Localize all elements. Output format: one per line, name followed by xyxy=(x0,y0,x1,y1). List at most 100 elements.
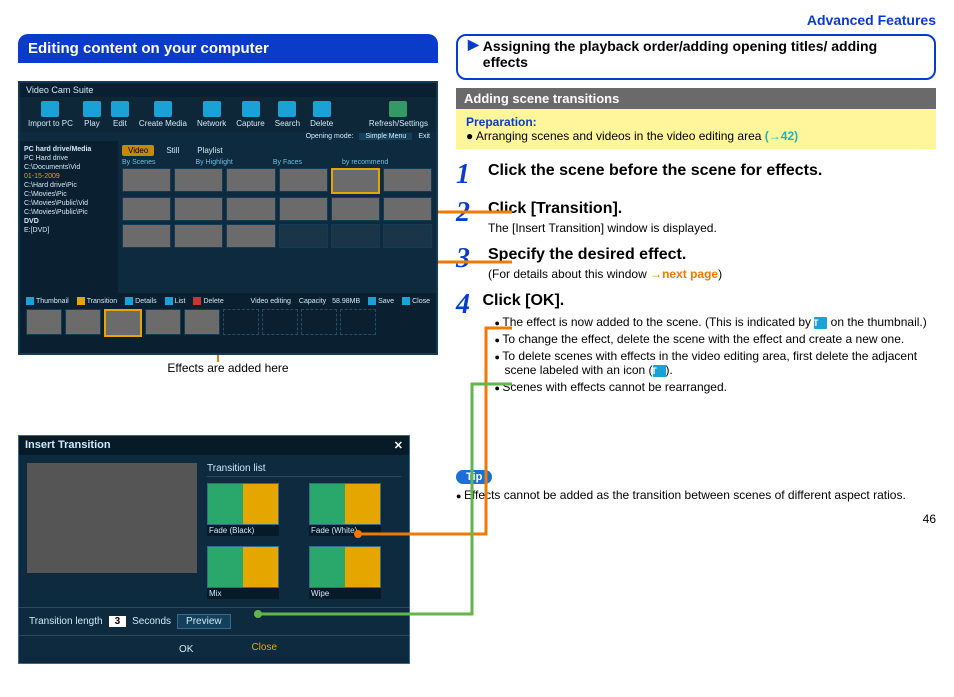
sidebar-header: PC hard drive/Media xyxy=(24,145,114,154)
sb-9[interactable]: E:[DVD] xyxy=(24,226,114,235)
sort-2[interactable]: By Faces xyxy=(273,159,302,166)
step4-bullet-2: To change the effect, delete the scene w… xyxy=(494,332,936,346)
tb-import[interactable]: Import to PC xyxy=(28,101,73,128)
thumbnail-grid xyxy=(122,168,432,248)
step-title: Click the scene before the scene for eff… xyxy=(488,161,822,181)
fx-mix[interactable]: ➔Mix xyxy=(207,546,279,599)
transition-length-value[interactable]: 3 xyxy=(109,616,127,627)
chapter-box: ▶ Assigning the playback order/adding op… xyxy=(456,34,936,80)
exit-button[interactable]: Exit xyxy=(418,133,430,140)
fx-wipe[interactable]: ➔Wipe xyxy=(309,546,381,599)
thumb[interactable] xyxy=(279,168,328,192)
menu-mode[interactable]: Simple Menu xyxy=(359,133,412,140)
tab-playlist[interactable]: Playlist xyxy=(191,145,228,156)
tl-transition[interactable]: Transition xyxy=(77,297,117,305)
thumb[interactable] xyxy=(331,197,380,221)
sb-1[interactable]: C:\Documents\Vid xyxy=(24,163,114,172)
sb-7[interactable]: C:\Movies\Public\Pic xyxy=(24,208,114,217)
fx-fade-white[interactable]: ➔Fade (White) xyxy=(309,483,381,536)
prep-text: Arranging scenes and videos in the video… xyxy=(476,129,765,143)
tl-save[interactable]: Save xyxy=(368,297,394,305)
sb-2[interactable]: 01-15-2009 xyxy=(24,172,114,181)
tl-list[interactable]: List xyxy=(165,297,186,305)
thumb[interactable] xyxy=(174,168,223,192)
thumb[interactable] xyxy=(122,197,171,221)
step-number: 3 xyxy=(456,245,478,281)
tl-slot xyxy=(301,309,337,335)
thumb[interactable] xyxy=(174,224,223,248)
tl-thumbnail[interactable]: Thumbnail xyxy=(26,297,69,305)
tl-clip[interactable] xyxy=(26,309,62,335)
sb-0[interactable]: PC Hard drive xyxy=(24,154,114,163)
thumb-selected[interactable] xyxy=(331,168,380,194)
tl-clip[interactable] xyxy=(145,309,181,335)
step-1: 1 Click the scene before the scene for e… xyxy=(456,161,936,189)
fx-fade-black[interactable]: ➔Fade (Black) xyxy=(207,483,279,536)
tb-search[interactable]: Search xyxy=(275,101,300,128)
thumb-empty xyxy=(279,224,328,248)
step-number: 1 xyxy=(456,161,478,189)
ok-button[interactable]: OK xyxy=(151,642,221,657)
menu-mode-label: Opening mode: xyxy=(306,133,354,140)
tb-refresh[interactable]: Refresh/Settings xyxy=(369,101,428,128)
tl-clip[interactable] xyxy=(184,309,220,335)
tb-play[interactable]: Play xyxy=(83,101,101,128)
dialog-title: Insert Transition xyxy=(25,439,111,452)
page-number: 46 xyxy=(456,512,936,526)
transition-list-header: Transition list xyxy=(207,463,401,477)
tl-slot xyxy=(340,309,376,335)
sb-5[interactable]: C:\Movies\Pic xyxy=(24,190,114,199)
preview-button[interactable]: Preview xyxy=(177,614,231,629)
app-title: Video Cam Suite xyxy=(20,83,436,97)
step4-bullet-1: The effect is now added to the scene. (T… xyxy=(494,315,936,329)
sort-1[interactable]: By Highlight xyxy=(195,159,232,166)
tab-video[interactable]: Video xyxy=(122,145,154,156)
close-icon[interactable]: ✕ xyxy=(394,439,403,452)
timeline: Thumbnail Transition Details List Delete… xyxy=(20,293,436,353)
tb-delete[interactable]: Delete xyxy=(310,101,333,128)
thumb[interactable] xyxy=(226,224,275,248)
thumb-empty xyxy=(331,224,380,248)
prep-link[interactable]: (→42) xyxy=(765,129,798,143)
step4-bullet-3: To delete scenes with effects in the vid… xyxy=(494,349,936,377)
prep-title: Preparation: xyxy=(466,115,926,129)
step-title: Click [OK]. xyxy=(482,291,936,311)
chapter-title: Assigning the playback order/adding open… xyxy=(479,36,934,74)
step-number: 2 xyxy=(456,199,478,235)
thumb[interactable] xyxy=(383,197,432,221)
section-header: Advanced Features xyxy=(18,12,936,28)
tl-details[interactable]: Details xyxy=(125,297,156,305)
preparation-box: Preparation: ● Arranging scenes and vide… xyxy=(456,109,936,149)
step-title: Specify the desired effect. xyxy=(488,245,722,265)
sb-8[interactable]: DVD xyxy=(24,217,114,226)
sb-4[interactable]: C:\Hard drive\Pic xyxy=(24,181,114,190)
tip-badge: Tip xyxy=(456,470,492,484)
tb-network[interactable]: Network xyxy=(197,101,226,128)
tl-clip[interactable] xyxy=(65,309,101,335)
sort-3[interactable]: by recommend xyxy=(342,159,388,166)
thumb[interactable] xyxy=(279,197,328,221)
sort-0[interactable]: By Scenes xyxy=(122,159,155,166)
tab-still[interactable]: Still xyxy=(160,145,185,156)
subsection-bar: Adding scene transitions xyxy=(456,88,936,109)
step-4: 4 Click [OK]. The effect is now added to… xyxy=(456,291,936,398)
tb-edit[interactable]: Edit xyxy=(111,101,129,128)
close-button[interactable]: Close xyxy=(251,642,277,657)
tb-capture[interactable]: Capture xyxy=(236,101,264,128)
tl-slot xyxy=(262,309,298,335)
thumb[interactable] xyxy=(122,224,171,248)
thumb[interactable] xyxy=(383,168,432,192)
next-page-link[interactable]: →next page xyxy=(650,267,718,281)
sb-6[interactable]: C:\Movies\Public\Vid xyxy=(24,199,114,208)
left-title-bar: Editing content on your computer xyxy=(18,34,438,63)
tl-del[interactable]: Delete xyxy=(193,297,223,305)
thumb[interactable] xyxy=(174,197,223,221)
transition-t-icon: T xyxy=(653,365,666,377)
thumb[interactable] xyxy=(226,168,275,192)
tb-create[interactable]: Create Media xyxy=(139,101,187,128)
thumb[interactable] xyxy=(122,168,171,192)
tl-close[interactable]: Close xyxy=(402,297,430,305)
insert-transition-dialog: Insert Transition ✕ Transition list ➔Fad… xyxy=(18,435,410,664)
tl-clip-selected[interactable] xyxy=(104,309,142,337)
thumb[interactable] xyxy=(226,197,275,221)
